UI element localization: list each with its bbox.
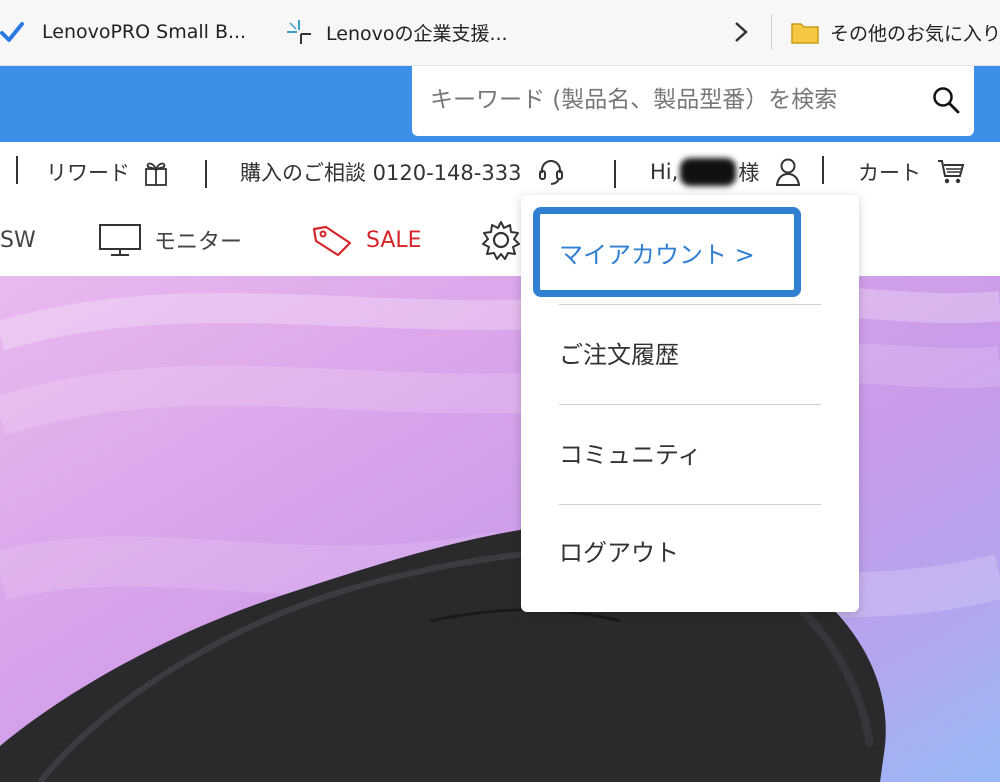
search-input[interactable] — [430, 74, 910, 126]
menu-divider — [559, 504, 821, 505]
monitor-icon — [98, 223, 142, 257]
headset-icon — [537, 157, 565, 187]
bookmark-lenovopro[interactable]: LenovoPRO Small B... — [0, 14, 246, 50]
menu-item-label: ログアウト — [559, 538, 679, 567]
nav-item-label: SW — [0, 227, 36, 253]
menu-divider — [559, 304, 821, 305]
utility-bar: リワード 購入のご相談 0120-148-333 Hi, 様 カート — [0, 142, 1000, 200]
divider — [822, 156, 824, 184]
nav-item-sale[interactable]: SALE — [310, 218, 422, 262]
menu-divider — [559, 404, 821, 405]
menu-item-logout[interactable]: ログアウト — [559, 529, 679, 571]
greeting-label: Hi, — [650, 160, 679, 184]
bookmark-label: LenovoPRO Small B... — [42, 21, 247, 43]
bookmark-lenovo-support[interactable]: Lenovoの企業支援... — [284, 14, 508, 50]
divider — [614, 160, 616, 188]
account-dropdown-menu: マイアカウント > ご注文履歴 コミュニティ ログアウト — [521, 195, 859, 612]
menu-item-label: コミュニティ — [559, 440, 702, 469]
cart-label: カート — [858, 161, 921, 185]
search-box — [412, 66, 974, 136]
cart-link[interactable]: カート — [858, 152, 965, 192]
chevron-right-icon[interactable] — [728, 16, 754, 48]
redacted-username — [680, 158, 737, 186]
consultation-label: 購入のご相談 0120-148-333 — [240, 161, 522, 185]
bookmarks-bar: LenovoPRO Small B... Lenovoの企業支援... その他の… — [0, 0, 1000, 66]
divider — [16, 156, 18, 184]
folder-icon — [790, 17, 820, 47]
nav-item-settings[interactable] — [480, 218, 522, 262]
greeting-suffix: 様 — [738, 161, 760, 185]
nav-item-label: SALE — [366, 227, 422, 253]
site-header — [0, 66, 1000, 142]
cart-icon — [937, 158, 965, 186]
bookmark-folder-label: その他のお気に入り — [830, 22, 1000, 45]
bookmark-label: Lenovoの企業支援... — [326, 22, 508, 45]
checkmark-icon — [0, 17, 24, 47]
menu-item-community[interactable]: コミュニティ — [559, 431, 702, 473]
gear-icon — [480, 219, 522, 261]
bookmark-folder-others[interactable]: その他のお気に入り — [790, 14, 1000, 50]
menu-item-label: ご注文履歴 — [559, 340, 679, 369]
account-menu-trigger[interactable]: Hi, 様 — [650, 152, 801, 192]
user-icon — [775, 157, 801, 187]
reward-link[interactable]: リワード — [46, 152, 170, 192]
reward-label: リワード — [46, 161, 130, 185]
nav-item-sw[interactable]: SW — [0, 218, 36, 262]
menu-item-order-history[interactable]: ご注文履歴 — [559, 331, 679, 373]
search-icon[interactable] — [926, 80, 966, 120]
nav-item-label: モニター — [154, 230, 243, 255]
menu-item-label: マイアカウント > — [559, 240, 755, 269]
divider — [205, 160, 207, 188]
nav-item-monitor[interactable]: モニター — [98, 218, 242, 262]
menu-item-my-account[interactable]: マイアカウント > — [559, 231, 755, 273]
consultation-phone[interactable]: 購入のご相談 0120-148-333 — [240, 152, 565, 192]
bookmark-divider — [771, 14, 772, 50]
gift-icon — [142, 157, 170, 187]
tag-icon — [310, 223, 354, 257]
lenovo-sparkle-icon — [284, 17, 314, 47]
